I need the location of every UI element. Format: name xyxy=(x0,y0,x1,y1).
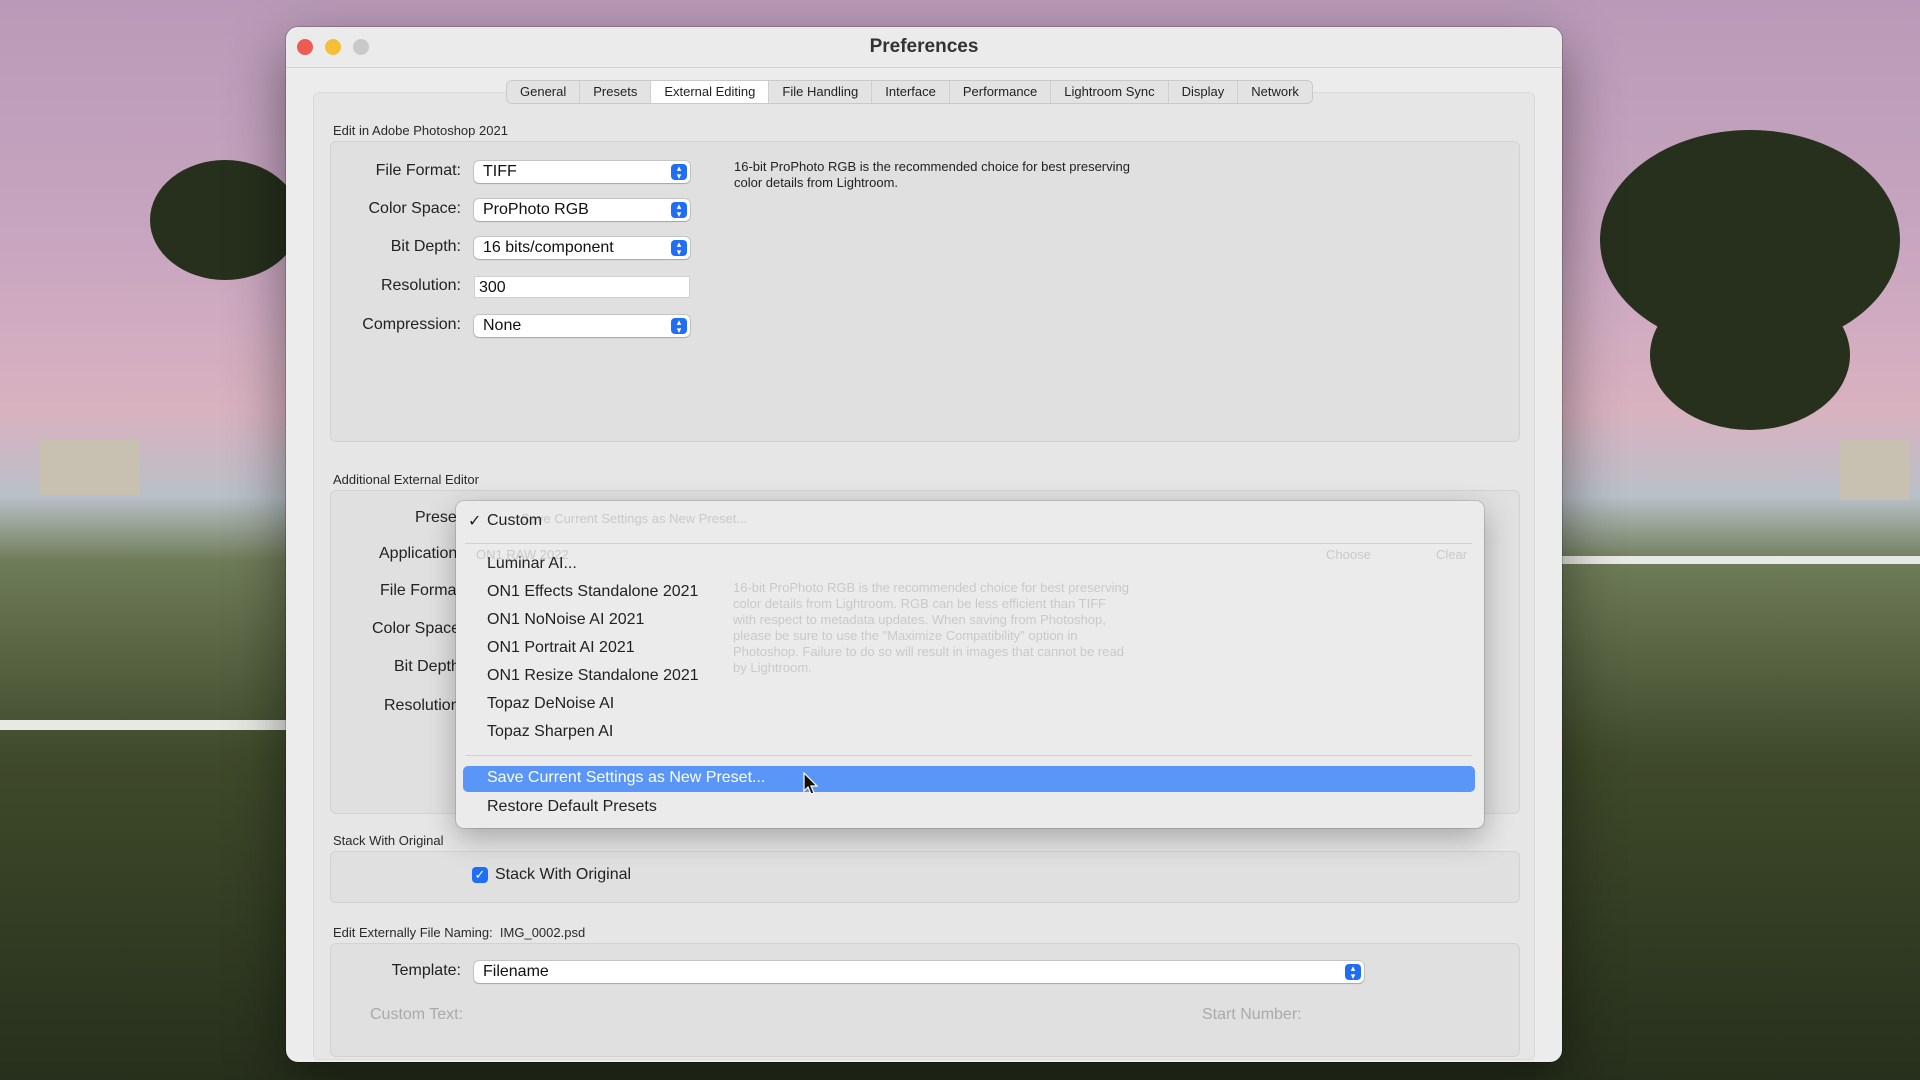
chevron-updown-icon: ▴ ▾ xyxy=(1345,964,1361,981)
mouse-cursor-icon xyxy=(803,772,819,795)
file-format-select[interactable]: TIFF ▴ ▾ xyxy=(474,161,690,183)
background-fence-left xyxy=(0,720,286,730)
menu-item-custom[interactable]: Custom xyxy=(487,512,542,530)
menu-item-save-preset[interactable]: Save Current Settings as New Preset... xyxy=(487,769,765,787)
naming-section-title: Edit Externally File Naming: IMG_0002.ps… xyxy=(333,925,585,940)
ghost-preset-value: Save Current Settings as New Preset... xyxy=(521,511,748,526)
additional-color-space-label: Color Space xyxy=(372,620,461,637)
naming-group: Template: Filename ▴ ▾ Custom Text: Start… xyxy=(330,943,1520,1057)
compression-value: None xyxy=(483,317,522,334)
stack-section-title: Stack With Original xyxy=(333,833,444,848)
preset-dropdown-menu: Save Current Settings as New Preset... O… xyxy=(456,501,1484,828)
template-select[interactable]: Filename ▴ ▾ xyxy=(474,961,1364,983)
resolution-label: Resolution: xyxy=(380,277,461,294)
menu-item-restore-defaults[interactable]: Restore Default Presets xyxy=(487,798,657,816)
tab-presets[interactable]: Presets xyxy=(579,81,650,103)
tab-file-handling[interactable]: File Handling xyxy=(768,81,871,103)
background-shed-right xyxy=(1840,440,1910,500)
resolution-field[interactable]: 300 xyxy=(474,276,690,298)
compression-label: Compression: xyxy=(362,316,461,333)
stack-checkbox[interactable]: ✓ xyxy=(472,867,488,883)
application-label: Application xyxy=(379,545,458,562)
preferences-tab-bar: General Presets External Editing File Ha… xyxy=(506,80,1313,104)
menu-separator xyxy=(465,755,1472,756)
file-format-label: File Format: xyxy=(375,162,461,179)
ghost-clear-button: Clear xyxy=(1436,547,1468,562)
ghost-choose-button: Choose xyxy=(1326,547,1371,562)
ghost-note-line: with respect to metadata updates. When s… xyxy=(733,612,1106,627)
template-label: Template: xyxy=(391,962,461,979)
start-number-label: Start Number: xyxy=(1202,1006,1302,1023)
tab-performance[interactable]: Performance xyxy=(948,81,1050,103)
menu-separator xyxy=(465,543,1472,544)
tab-interface[interactable]: Interface xyxy=(871,81,949,103)
menu-item-on1-nonoise[interactable]: ON1 NoNoise AI 2021 xyxy=(487,611,644,629)
recommendation-note: 16-bit ProPhoto RGB is the recommended c… xyxy=(734,159,1204,191)
chevron-updown-icon: ▴ ▾ xyxy=(671,240,687,257)
menu-item-on1-portrait[interactable]: ON1 Portrait AI 2021 xyxy=(487,639,635,657)
tab-lightroom-sync[interactable]: Lightroom Sync xyxy=(1050,81,1167,103)
custom-text-label: Custom Text: xyxy=(370,1006,464,1023)
menu-item-topaz-denoise[interactable]: Topaz DeNoise AI xyxy=(487,695,614,713)
preset-label: Prese xyxy=(415,509,457,526)
file-format-value: TIFF xyxy=(483,163,517,180)
color-space-label: Color Space: xyxy=(368,200,462,217)
additional-resolution-label: Resolution xyxy=(384,697,460,714)
background-shed-left xyxy=(40,440,140,495)
chevron-updown-icon: ▴ ▾ xyxy=(671,318,687,335)
additional-bit-depth-label: Bit Depth xyxy=(394,658,460,675)
tab-general[interactable]: General xyxy=(507,81,579,103)
ghost-note: 16-bit ProPhoto RGB is the recommended c… xyxy=(733,580,1129,676)
recommendation-note-line: 16-bit ProPhoto RGB is the recommended c… xyxy=(734,159,1130,174)
stack-checkbox-label: Stack With Original xyxy=(495,866,632,883)
window-title: Preferences xyxy=(869,36,979,57)
menu-item-topaz-sharpen[interactable]: Topaz Sharpen AI xyxy=(487,723,613,741)
photoshop-section-title: Edit in Adobe Photoshop 2021 xyxy=(333,123,508,138)
photoshop-settings-group: File Format: TIFF ▴ ▾ Color Space: ProPho… xyxy=(330,141,1520,442)
color-space-select[interactable]: ProPhoto RGB ▴ ▾ xyxy=(474,199,690,221)
stack-group: ✓ Stack With Original xyxy=(330,851,1520,903)
tab-network[interactable]: Network xyxy=(1237,81,1312,103)
background-tree-right-canopy xyxy=(1650,280,1850,430)
checkmark-icon: ✓ xyxy=(468,513,482,530)
compression-select[interactable]: None ▴ ▾ xyxy=(474,315,690,337)
background-fence-right xyxy=(1562,556,1920,564)
bit-depth-select[interactable]: 16 bits/component ▴ ▾ xyxy=(474,237,690,259)
ghost-note-line: please be sure to use the "Maximize Comp… xyxy=(733,628,1078,643)
ghost-note-line: color details from Lightroom. RGB can be… xyxy=(733,596,1107,611)
menu-item-on1-resize[interactable]: ON1 Resize Standalone 2021 xyxy=(487,667,699,685)
color-space-value: ProPhoto RGB xyxy=(483,201,589,218)
background-tree-left xyxy=(150,160,300,280)
menu-item-luminar-ai[interactable]: Luminar AI... xyxy=(487,555,577,573)
title-bar: Preferences xyxy=(286,27,1562,68)
ghost-note-line: Photoshop. Failure to do so will result … xyxy=(733,644,1124,659)
tab-external-editing[interactable]: External Editing xyxy=(650,81,769,103)
ghost-note-line: 16-bit ProPhoto RGB is the recommended c… xyxy=(733,580,1129,595)
template-value: Filename xyxy=(483,963,549,980)
menu-item-on1-effects[interactable]: ON1 Effects Standalone 2021 xyxy=(487,583,698,601)
recommendation-note-line: color details from Lightroom. xyxy=(734,175,899,190)
additional-file-format-label: File Forma xyxy=(380,582,457,599)
naming-example: IMG_0002.psd xyxy=(499,925,586,940)
chevron-updown-icon: ▴ ▾ xyxy=(671,202,687,219)
naming-title-text: Edit Externally File Naming: xyxy=(333,925,493,940)
tab-display[interactable]: Display xyxy=(1167,81,1238,103)
chevron-updown-icon: ▴ ▾ xyxy=(671,164,687,181)
bit-depth-value: 16 bits/component xyxy=(483,239,614,256)
ghost-note-line: by Lightroom. xyxy=(733,660,812,675)
bit-depth-label: Bit Depth: xyxy=(390,238,461,255)
additional-editor-section-title: Additional External Editor xyxy=(333,472,479,487)
